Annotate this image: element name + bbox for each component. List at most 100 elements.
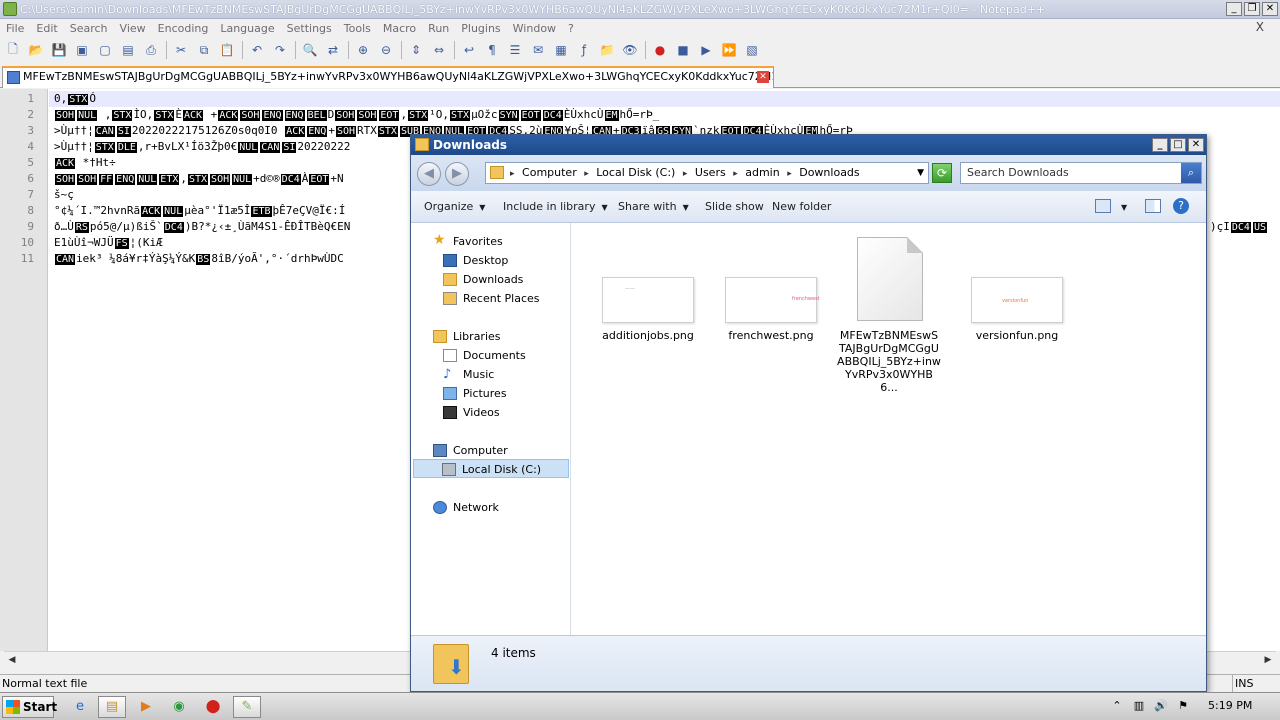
volume-tray-icon[interactable]: 🔊 [1154, 699, 1168, 713]
menu-macro[interactable]: Macro [377, 22, 422, 35]
nav-local-disk[interactable]: Local Disk (C:) [413, 459, 569, 478]
chevron-down-icon[interactable]: ▼ [917, 163, 924, 183]
menu-run[interactable]: Run [422, 22, 455, 35]
file-list[interactable]: —— additionjobs.png frenchwest frenchwes… [572, 223, 1206, 635]
network-icon [433, 501, 447, 514]
chrome-taskbar-icon[interactable]: ◉ [165, 696, 193, 718]
open-file-icon[interactable]: 📂 [27, 41, 45, 59]
show-all-chars-icon[interactable]: ¶ [483, 41, 501, 59]
restore-button[interactable]: ❐ [1244, 2, 1260, 16]
menu-help[interactable]: ? [562, 22, 580, 35]
opera-taskbar-icon[interactable]: ⬤ [199, 696, 227, 718]
menu-plugins[interactable]: Plugins [455, 22, 506, 35]
word-wrap-icon[interactable]: ↩ [460, 41, 478, 59]
paste-icon[interactable]: 📋 [218, 41, 236, 59]
file-item[interactable]: —— additionjobs.png [593, 277, 694, 342]
function-list-icon[interactable]: ƒ [575, 41, 593, 59]
explorer-title-bar[interactable]: Downloads _ □ ✕ [411, 135, 1206, 155]
change-view-icon[interactable] [1095, 199, 1111, 213]
ie-taskbar-icon[interactable]: e [66, 696, 94, 718]
breadcrumb-local-disk[interactable]: Local Disk (C:) [596, 166, 675, 179]
find-icon[interactable]: 🔍 [301, 41, 319, 59]
tab-document[interactable]: MFEwTzBNMEswSTAJBgUrDgMCGgUABBQILj_5BYz+… [2, 66, 774, 88]
menu-window[interactable]: Window [507, 22, 562, 35]
zoom-out-icon[interactable]: ⊖ [377, 41, 395, 59]
clock[interactable]: 5:19 PM [1208, 699, 1252, 712]
search-input[interactable]: Search Downloads ⌕ [960, 162, 1202, 184]
menu-file[interactable]: File [0, 22, 30, 35]
menu-search[interactable]: Search [64, 22, 114, 35]
breadcrumb-downloads[interactable]: Downloads [799, 166, 859, 179]
search-icon[interactable]: ⌕ [1181, 163, 1201, 183]
menu-tools[interactable]: Tools [338, 22, 377, 35]
organize-button[interactable]: Organize ▼ [424, 200, 485, 213]
record-macro-icon[interactable]: ● [651, 41, 669, 59]
control-char-badge: NUL [232, 174, 253, 185]
menu-view[interactable]: View [114, 22, 152, 35]
doc-map-icon[interactable]: ▦ [552, 41, 570, 59]
minimize-button[interactable]: _ [1152, 138, 1168, 152]
copy-icon[interactable]: ⧉ [195, 41, 213, 59]
document-close-icon[interactable]: X [1250, 20, 1270, 34]
file-item[interactable]: versionfun versionfun.png [962, 277, 1063, 342]
close-all-icon[interactable]: ▤ [119, 41, 137, 59]
slide-show-button[interactable]: Slide show [705, 200, 764, 213]
menu-settings[interactable]: Settings [281, 22, 338, 35]
include-in-library-button[interactable]: Include in library ▼ [503, 200, 608, 213]
tab-close-icon[interactable]: ✕ [757, 71, 769, 83]
menu-encoding[interactable]: Encoding [152, 22, 215, 35]
sync-horizontal-icon[interactable]: ⇔ [430, 41, 448, 59]
current-line-highlight [49, 91, 1280, 107]
file-item[interactable]: frenchwest frenchwest.png [716, 277, 820, 342]
file-item[interactable]: MFEwTzBNMEswSTAJBgUrDgMCGgUABBQILj_5BYz+… [837, 237, 941, 394]
control-char-badge: STX [68, 94, 89, 105]
back-button[interactable]: ◀ [417, 162, 441, 186]
breadcrumb-users[interactable]: Users [695, 166, 726, 179]
address-bar[interactable]: ▸ Computer ▸ Local Disk (C:) ▸ Users ▸ a… [485, 162, 929, 184]
action-center-flag-icon[interactable]: ⚑ [1176, 699, 1190, 713]
explorer-taskbar-icon[interactable]: ▤ [98, 696, 126, 718]
media-player-taskbar-icon[interactable]: ▶ [132, 696, 160, 718]
new-file-icon[interactable]: 🗋 [4, 41, 22, 59]
sync-vertical-icon[interactable]: ⇕ [407, 41, 425, 59]
view-options-chevron-icon[interactable]: ▼ [1121, 200, 1127, 213]
refresh-button[interactable]: ⟳ [932, 163, 952, 183]
define-language-icon[interactable]: ✉ [529, 41, 547, 59]
folder-workspace-icon[interactable]: 📁 [598, 41, 616, 59]
monitoring-icon[interactable]: 👁 [621, 41, 639, 59]
zoom-in-icon[interactable]: ⊕ [354, 41, 372, 59]
menu-language[interactable]: Language [214, 22, 280, 35]
play-macro-icon[interactable]: ▶ [697, 41, 715, 59]
replace-icon[interactable]: ⇄ [324, 41, 342, 59]
menu-edit[interactable]: Edit [30, 22, 63, 35]
new-folder-button[interactable]: New folder [772, 200, 831, 213]
preview-pane-icon[interactable] [1145, 199, 1161, 213]
control-char-badge: FF [99, 174, 114, 185]
forward-button[interactable]: ▶ [445, 162, 469, 186]
help-icon[interactable]: ? [1173, 198, 1189, 214]
notepadpp-taskbar-icon[interactable]: ✎ [233, 696, 261, 718]
notepadpp-title-bar[interactable]: C:\Users\admin\Downloads\MFEwTzBNMEswSTA… [0, 0, 1280, 19]
print-icon[interactable]: ⎙ [142, 41, 160, 59]
save-all-icon[interactable]: ▣ [73, 41, 91, 59]
minimize-button[interactable]: _ [1226, 2, 1242, 16]
scroll-left-icon[interactable]: ◀ [6, 654, 18, 666]
network-tray-icon[interactable]: ▥ [1132, 699, 1146, 713]
undo-icon[interactable]: ↶ [248, 41, 266, 59]
close-button[interactable]: ✕ [1262, 2, 1278, 16]
close-file-icon[interactable]: ▢ [96, 41, 114, 59]
maximize-button[interactable]: □ [1170, 138, 1186, 152]
cut-icon[interactable]: ✂ [172, 41, 190, 59]
save-icon[interactable]: 💾 [50, 41, 68, 59]
breadcrumb-admin[interactable]: admin [745, 166, 779, 179]
breadcrumb-computer[interactable]: Computer [522, 166, 577, 179]
stop-macro-icon[interactable]: ■ [674, 41, 692, 59]
close-button[interactable]: ✕ [1188, 138, 1204, 152]
show-hidden-icons-icon[interactable]: ⌃ [1110, 699, 1124, 713]
play-multiple-icon[interactable]: ⏩ [720, 41, 738, 59]
redo-icon[interactable]: ↷ [271, 41, 289, 59]
share-with-button[interactable]: Share with ▼ [618, 200, 689, 213]
start-button[interactable]: Start [2, 696, 57, 718]
save-macro-icon[interactable]: ▧ [743, 41, 761, 59]
indent-guide-icon[interactable]: ☰ [506, 41, 524, 59]
